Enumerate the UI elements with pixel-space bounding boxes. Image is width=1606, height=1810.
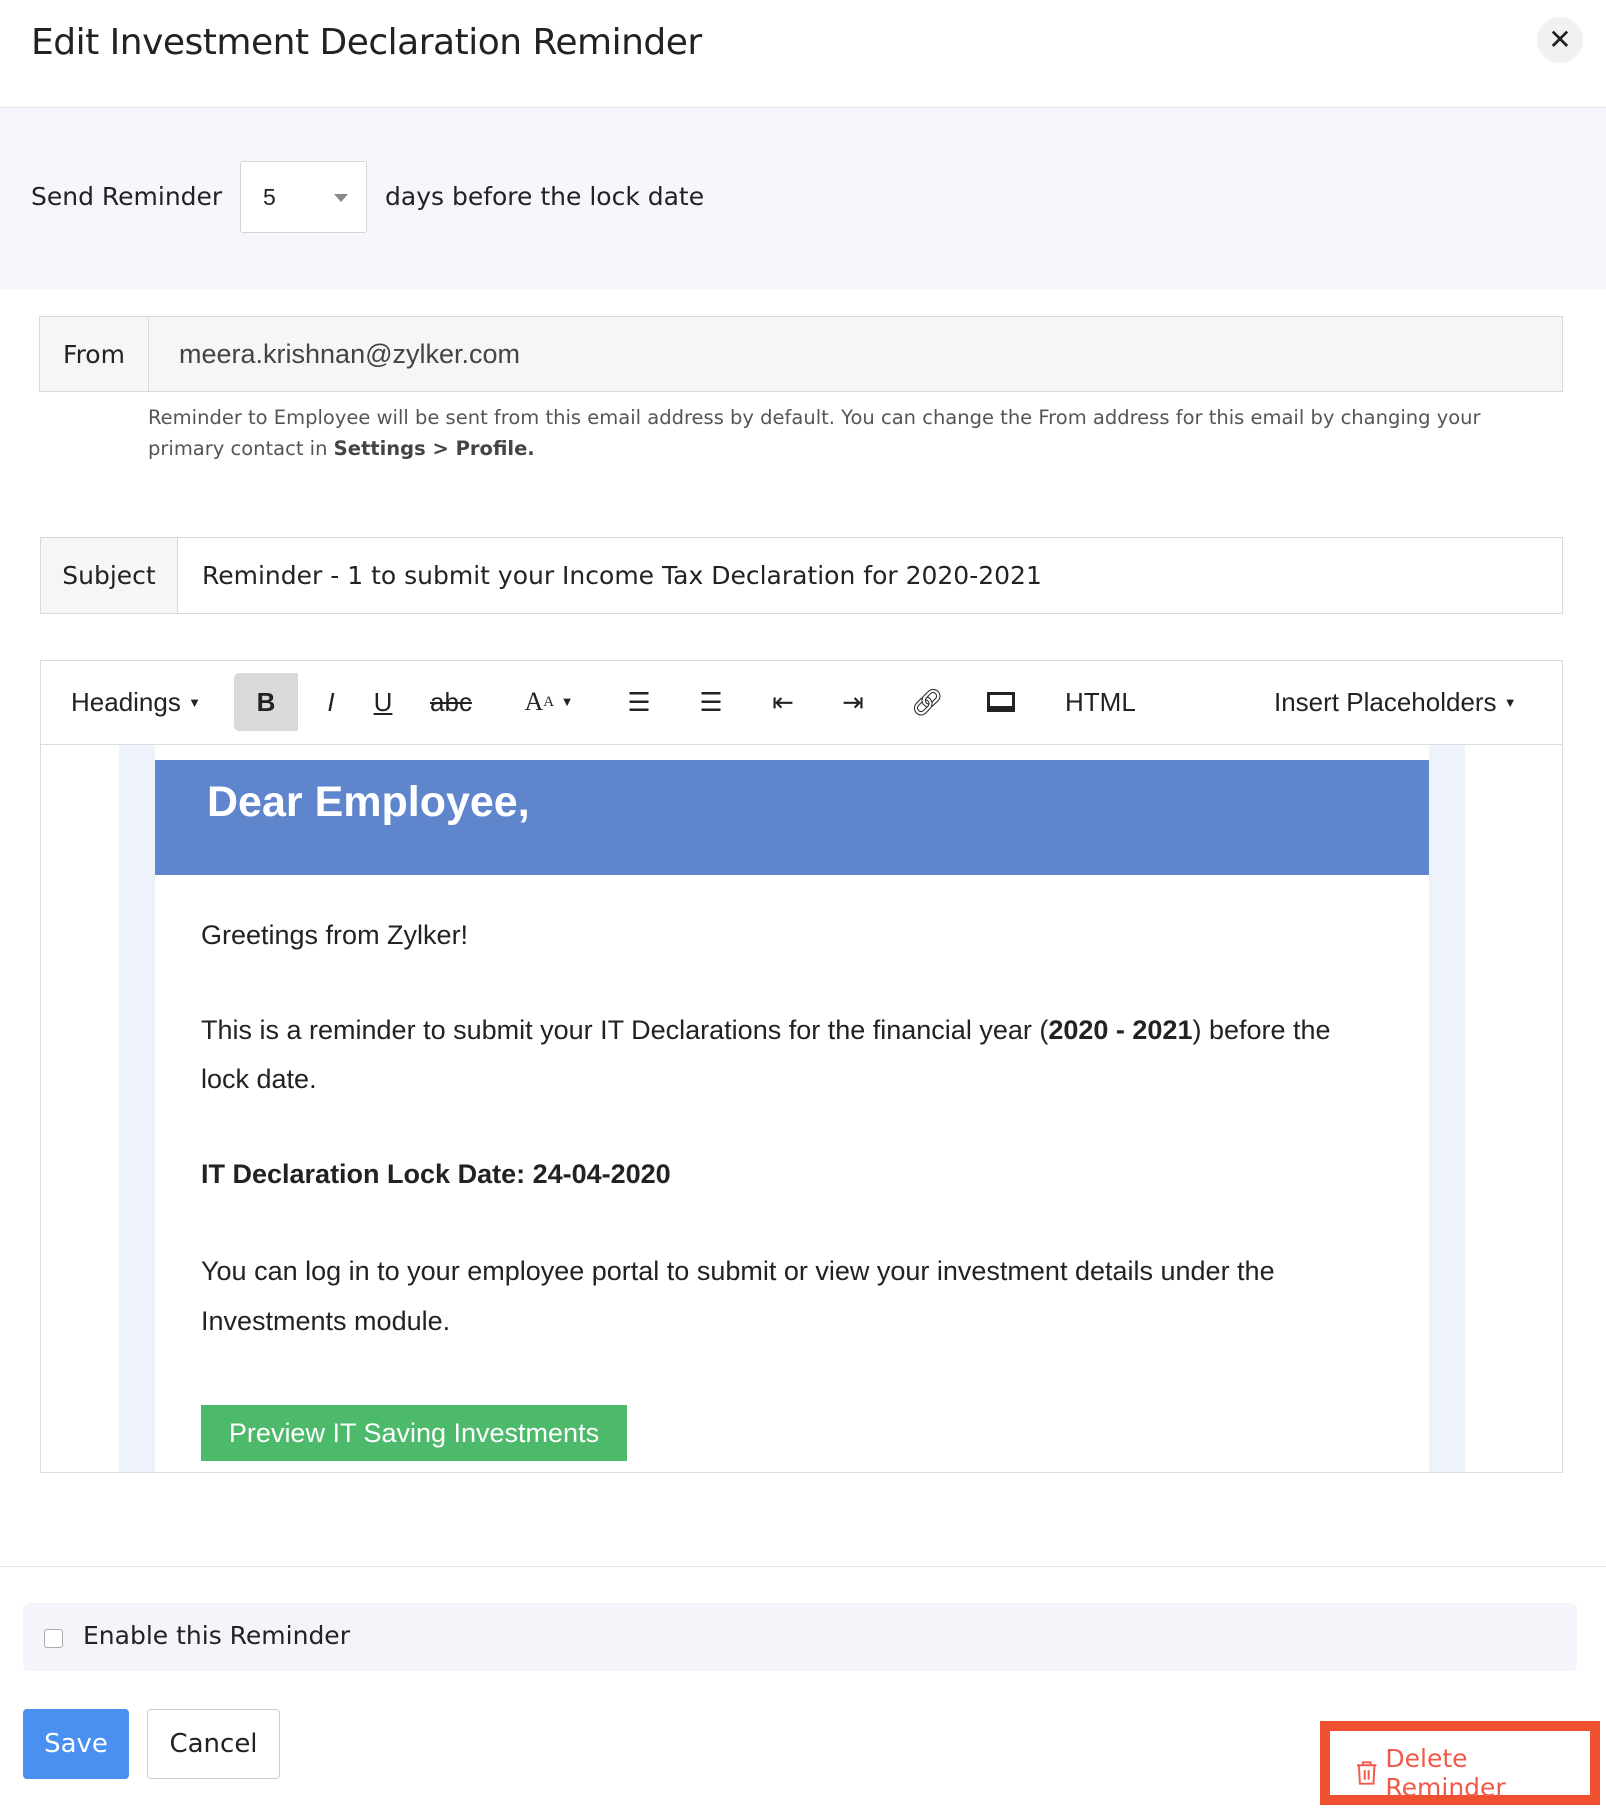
email-paragraph-1-cont: lock date.	[201, 1064, 317, 1094]
italic-button[interactable]: I	[311, 673, 351, 731]
preview-investments-button[interactable]: Preview IT Saving Investments	[201, 1405, 627, 1461]
cancel-button[interactable]: Cancel	[147, 1709, 280, 1779]
outdent-icon[interactable]: ⇤	[763, 673, 803, 731]
headings-dropdown[interactable]: Headings ▼	[71, 673, 201, 731]
ordered-list-icon[interactable]: ☰	[691, 673, 731, 731]
caret-down-icon: ▼	[1503, 694, 1517, 710]
enable-reminder-label[interactable]: Enable this Reminder	[83, 1621, 350, 1650]
days-value: 5	[263, 184, 276, 210]
delete-highlight-box: Delete Reminder	[1320, 1721, 1600, 1805]
email-paragraph-1: This is a reminder to submit your IT Dec…	[201, 1015, 1331, 1045]
underline-button[interactable]: U	[363, 673, 403, 731]
rich-text-editor: Headings ▼ B I U abc AA ▼ ☰ ☰ ⇤ ⇥ 🔗︎ HTM…	[40, 660, 1563, 1473]
dialog-title: Edit Investment Declaration Reminder	[31, 22, 702, 63]
close-icon[interactable]: ✕	[1537, 17, 1583, 63]
from-help-text: Reminder to Employee will be sent from t…	[148, 402, 1548, 464]
image-icon[interactable]	[981, 673, 1021, 731]
unordered-list-icon[interactable]: ☰	[619, 673, 659, 731]
delete-reminder-button[interactable]: Delete Reminder	[1356, 1744, 1590, 1802]
email-paragraph-2: You can log in to your employee portal t…	[201, 1256, 1275, 1286]
enable-reminder-checkbox[interactable]	[44, 1629, 63, 1648]
divider	[0, 1566, 1606, 1567]
editor-toolbar: Headings ▼ B I U abc AA ▼ ☰ ☰ ⇤ ⇥ 🔗︎ HTM…	[41, 661, 1562, 745]
insert-placeholders-dropdown[interactable]: Insert Placeholders ▼	[1274, 673, 1517, 731]
email-greeting: Greetings from Zylker!	[201, 920, 469, 950]
caret-down-icon: ▼	[560, 694, 574, 709]
subject-label: Subject	[41, 538, 178, 613]
email-heading: Dear Employee,	[207, 778, 530, 826]
from-label: From	[40, 317, 149, 391]
days-suffix-label: days before the lock date	[385, 182, 705, 211]
font-size-label: A	[524, 687, 544, 716]
editor-content[interactable]: Dear Employee, Greetings from Zylker! Th…	[41, 745, 1562, 1472]
strikethrough-button[interactable]: abc	[421, 673, 481, 731]
link-icon[interactable]: 🔗︎	[907, 673, 947, 731]
from-field: From meera.krishnan@zylker.com	[39, 316, 1563, 392]
email-margin	[119, 745, 155, 1472]
email-header: Dear Employee,	[155, 760, 1429, 875]
html-button[interactable]: HTML	[1065, 673, 1136, 731]
trash-icon	[1356, 1761, 1377, 1785]
indent-icon[interactable]: ⇥	[833, 673, 873, 731]
email-margin	[1429, 745, 1465, 1472]
email-paragraph-2-cont: Investments module.	[201, 1306, 451, 1336]
bold-button[interactable]: B	[234, 673, 298, 731]
days-select[interactable]: 5	[240, 161, 367, 233]
email-lock-date: IT Declaration Lock Date: 24-04-2020	[201, 1159, 671, 1189]
settings-profile-link[interactable]: Settings > Profile.	[334, 437, 535, 460]
delete-reminder-label: Delete Reminder	[1385, 1744, 1506, 1802]
save-button[interactable]: Save	[23, 1709, 129, 1779]
placeholders-label: Insert Placeholders	[1274, 686, 1497, 717]
caret-down-icon	[334, 194, 348, 202]
send-reminder-label: Send Reminder	[31, 182, 223, 211]
from-input: meera.krishnan@zylker.com	[149, 317, 1562, 391]
subject-field: Subject Reminder - 1 to submit your Inco…	[40, 537, 1563, 614]
caret-down-icon: ▼	[188, 694, 201, 710]
font-size-dropdown[interactable]: AA ▼	[519, 673, 579, 731]
headings-label: Headings	[71, 686, 181, 717]
subject-input[interactable]: Reminder - 1 to submit your Income Tax D…	[178, 538, 1562, 613]
enable-reminder-row: Enable this Reminder	[23, 1603, 1577, 1671]
